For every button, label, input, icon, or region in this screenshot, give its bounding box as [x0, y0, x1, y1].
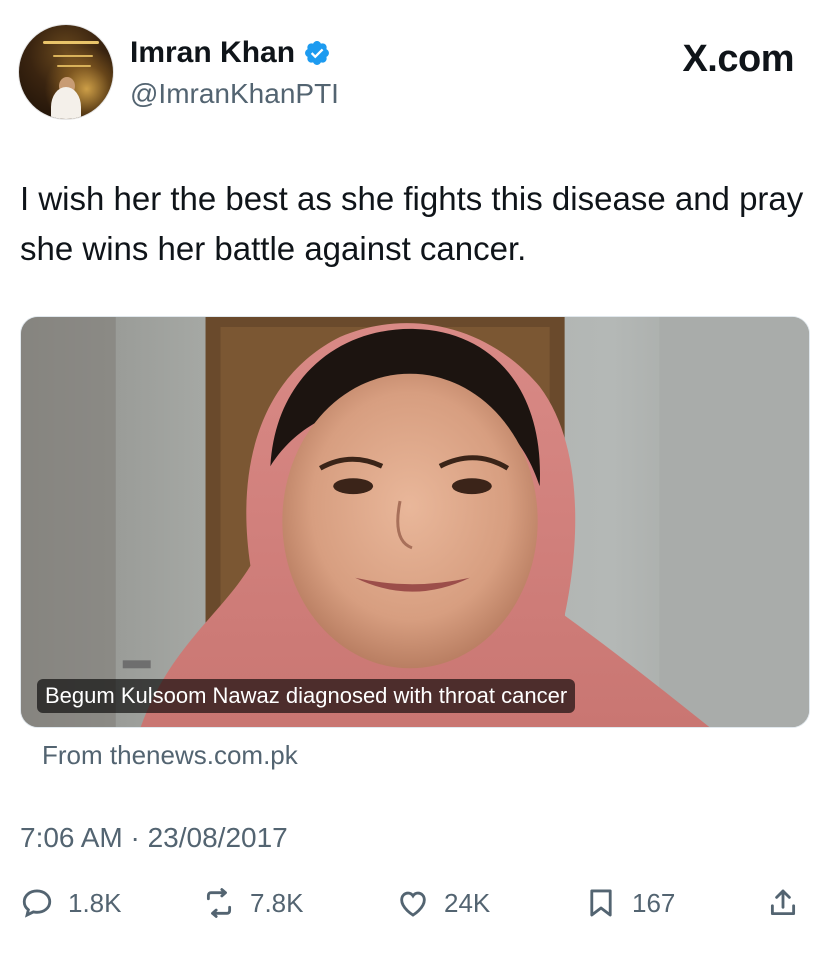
reply-button[interactable]: 1.8K [20, 886, 122, 920]
avatar-script-line [43, 41, 99, 44]
share-button[interactable] [766, 886, 800, 920]
author-handle[interactable]: @ImranKhanPTI [130, 78, 339, 110]
bookmark-count: 167 [632, 887, 676, 918]
repost-icon [206, 888, 232, 918]
author-name[interactable]: Imran Khan [130, 36, 295, 70]
repost-count: 7.8K [250, 887, 304, 918]
bookmark-icon [590, 889, 612, 917]
bookmark-button[interactable]: 167 [584, 886, 675, 920]
tweet-screenshot: Imran Khan @ImranKhanPTI X.com I wish he… [0, 0, 828, 976]
repost-button[interactable]: 7.8K [202, 886, 304, 920]
card-source[interactable]: From thenews.com.pk [42, 740, 298, 771]
tweet-text: I wish her the best as she fights this d… [20, 180, 804, 267]
share-icon [770, 889, 796, 916]
reply-count: 1.8K [68, 887, 122, 918]
avatar-script-line [53, 55, 93, 57]
like-icon [400, 891, 426, 917]
reply-icon [22, 889, 52, 918]
tweet-timestamp[interactable]: 7:06 AM · 23/08/2017 [20, 822, 288, 854]
link-card[interactable]: Begum Kulsoom Nawaz diagnosed with throa… [20, 316, 810, 728]
avatar-script-line [57, 65, 91, 67]
card-caption: Begum Kulsoom Nawaz diagnosed with throa… [37, 679, 576, 713]
like-count: 24K [444, 887, 491, 918]
card-photo [21, 317, 809, 727]
avatar-figure [51, 87, 81, 119]
avatar[interactable] [18, 24, 114, 120]
like-button[interactable]: 24K [396, 886, 490, 920]
action-bar: 1.8K 7.8K 24K 167 [0, 886, 828, 936]
verified-badge-icon [305, 41, 329, 65]
x-logo: X.com [682, 38, 794, 80]
author-name-row: Imran Khan [130, 36, 331, 70]
